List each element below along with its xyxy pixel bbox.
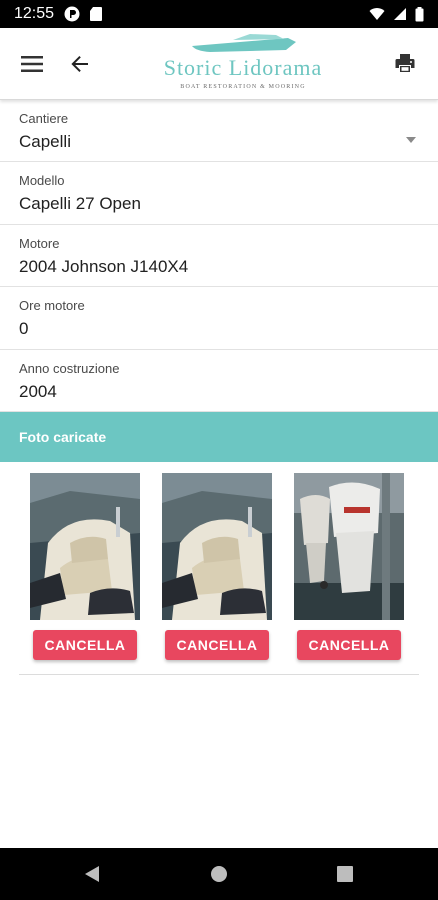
back-button[interactable] [60,44,100,84]
delete-photo-button[interactable]: CANCELLA [297,630,401,660]
boat-cockpit-photo[interactable] [30,473,140,620]
field-label: Anno costruzione [19,360,120,376]
field-label: Modello [19,173,65,189]
modello-field[interactable]: Modello Capelli 27 Open [0,162,438,225]
motore-field[interactable]: Motore 2004 Johnson J140X4 [0,225,438,288]
anno-costruzione-field[interactable]: Anno costruzione 2004 [0,350,438,412]
print-button[interactable] [385,43,425,83]
menu-button[interactable] [12,44,52,84]
outboard-engine-photo[interactable] [294,473,404,620]
field-value: 2004 Johnson J140X4 [19,256,189,276]
boat-details-form: Cantiere Capelli Modello Capelli 27 Open… [0,100,438,412]
app-bar: Storic Lidorama BOAT RESTORATION & MOORI… [0,28,438,100]
boat-cockpit-photo[interactable] [162,473,272,620]
hamburger-menu-icon [21,56,43,72]
cell-signal-icon [394,8,406,20]
field-value: 0 [19,319,29,339]
dropdown-arrow-icon [406,137,416,143]
sd-card-icon [90,7,103,21]
delete-photo-button[interactable]: CANCELLA [33,630,137,660]
battery-icon [415,6,424,21]
photos-section-header: Foto caricate [0,412,438,462]
nav-recents-button[interactable] [333,862,357,886]
field-value: Capelli 27 Open [19,194,141,214]
logo-subtitle: BOAT RESTORATION & MOORING [180,84,306,90]
logo-title: Storic Lidorama [163,55,323,80]
circle-home-icon [211,866,227,882]
field-label: Cantiere [19,111,69,126]
divider [19,674,419,675]
cantiere-select[interactable]: Cantiere Capelli [0,100,438,163]
brand-logo: Storic Lidorama BOAT RESTORATION & MOORI… [148,28,338,100]
status-time: 12:55 [14,5,55,22]
ore-motore-field[interactable]: Ore motore 0 [0,287,438,350]
app-notification-icon [64,6,80,22]
boat-logo-icon [192,34,296,52]
nav-home-button[interactable] [207,862,231,886]
print-icon [395,54,415,72]
wifi-icon [369,8,385,20]
field-value: 2004 [19,381,57,401]
field-label: Ore motore [19,298,85,314]
square-recents-icon [337,866,353,882]
nav-back-button[interactable] [80,862,104,886]
status-bar: 12:55 [0,0,438,28]
system-nav-bar [0,848,438,900]
field-value: Capelli [19,132,71,151]
triangle-back-icon [85,866,99,882]
delete-photo-button[interactable]: CANCELLA [165,630,269,660]
arrow-back-icon [71,56,88,72]
field-label: Motore [19,235,60,251]
